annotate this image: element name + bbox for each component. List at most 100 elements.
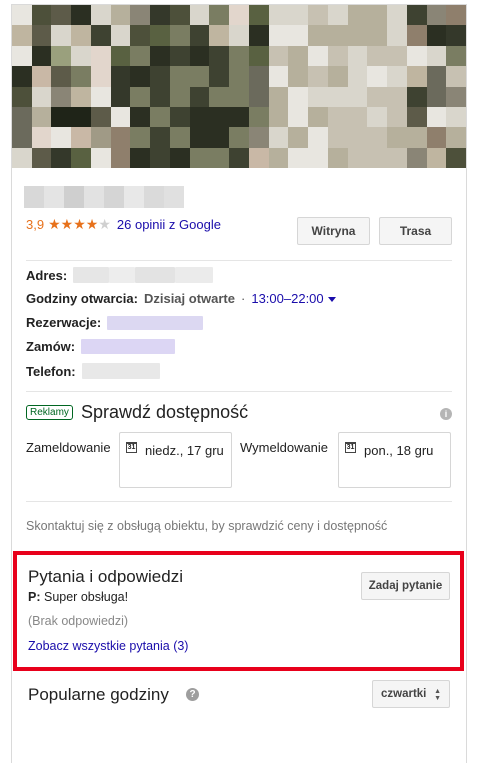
photo-pixel (51, 106, 72, 128)
redacted-text (135, 267, 176, 283)
photo-pixel (110, 25, 131, 46)
photo-pixel (130, 5, 151, 26)
redacted-text (109, 267, 136, 283)
photo-pixel (248, 147, 269, 168)
photo-pixel (90, 127, 111, 148)
star-empty-icon: ★ (98, 216, 111, 232)
photo-pixel (406, 127, 427, 148)
photo-pixel (288, 86, 309, 107)
ask-question-button[interactable]: Zadaj pytanie (361, 572, 450, 600)
question-item: P: Super obsługa! (28, 590, 128, 604)
photo-pixel (406, 86, 427, 107)
photo-pixel (71, 106, 91, 128)
photo-pixel (189, 147, 210, 168)
photo-pixel (51, 5, 72, 26)
photo-pixel (426, 106, 447, 128)
photo-pixel (31, 86, 52, 107)
help-icon[interactable]: ? (186, 688, 199, 701)
ad-badge: Reklamy (26, 405, 73, 420)
photo-pixel (229, 66, 249, 87)
checkin-date-picker[interactable]: 31 niedz., 17 gru (119, 432, 232, 488)
qa-title: Pytania i odpowiedzi (28, 567, 183, 586)
photo-pixel (12, 106, 32, 128)
photo-pixel (71, 5, 91, 26)
photo-pixel (327, 25, 348, 46)
photo-pixel (209, 147, 230, 168)
photo-pixel (248, 127, 269, 148)
photo-pixel (51, 25, 72, 46)
photo-pixel (189, 45, 210, 67)
photo-pixel (426, 147, 447, 168)
checkout-date-picker[interactable]: 31 pon., 18 gru (338, 432, 451, 488)
photo-pixel (229, 127, 249, 148)
photo-pixel (169, 5, 190, 26)
photo-pixel (31, 106, 52, 128)
info-icon[interactable]: i (440, 408, 452, 420)
photo-pixel (308, 147, 328, 168)
photo-pixel (367, 5, 388, 26)
see-all-questions-link[interactable]: Zobacz wszystkie pytania (3) (28, 639, 188, 653)
divider (26, 260, 452, 261)
photo-pixel (347, 147, 368, 168)
divider (26, 501, 452, 502)
day-selector[interactable]: czwartki ▲ ▼ (372, 680, 450, 708)
photo-pixel (90, 66, 111, 87)
photo-pixel (12, 45, 32, 67)
photo-pixel (387, 147, 407, 168)
photo-pixel (308, 106, 328, 128)
photo-pixel (209, 5, 230, 26)
photo-pixel (90, 25, 111, 46)
hours-dropdown[interactable]: 13:00–22:00 (251, 291, 336, 306)
photo-pixel (406, 45, 427, 67)
calendar-icon: 31 (345, 442, 356, 453)
photo-pixel (110, 5, 131, 26)
photo-pixel (426, 86, 447, 107)
photo-pixel (426, 25, 447, 46)
photo-pixel (406, 106, 427, 128)
website-button[interactable]: Witryna (297, 217, 370, 245)
order-link-redacted[interactable] (81, 339, 176, 354)
photo-pixel (150, 66, 170, 87)
checkin-label: Zameldowanie (26, 440, 111, 455)
photo-pixel (288, 45, 309, 67)
photo-pixel (130, 147, 151, 168)
photo-pixel (12, 25, 32, 46)
photo-pixel (51, 86, 72, 107)
checkout-label: Wymeldowanie (240, 440, 329, 455)
hours-row: Godziny otwarcia: Dzisiaj otwarte · 13:0… (26, 291, 336, 306)
reservation-link-redacted[interactable] (107, 315, 204, 330)
hours-separator: · (241, 291, 246, 306)
calendar-icon: 31 (126, 442, 137, 453)
photo-pixel (367, 106, 388, 128)
star-icon: ★ (60, 216, 74, 232)
photo-pixel (189, 66, 210, 87)
photo-pixel (51, 147, 72, 168)
photo-pixel (12, 147, 32, 168)
photo-pixel (248, 45, 269, 67)
photo-pixel (327, 66, 348, 87)
photo-pixel (347, 25, 368, 46)
hours-status: Dzisiaj otwarte (143, 291, 235, 306)
photo-pixel (327, 86, 348, 107)
photo-pixel (90, 86, 111, 107)
photo-pixel (327, 127, 348, 148)
star-icon: ★ (85, 216, 99, 232)
phone-row: Telefon: (26, 363, 160, 379)
directions-button[interactable]: Trasa (379, 217, 452, 245)
photo-pixel (189, 127, 210, 148)
photo-pixel (90, 106, 111, 128)
reviews-link[interactable]: 26 opinii z Google (117, 217, 221, 232)
place-photo[interactable] (12, 5, 466, 168)
photo-pixel (308, 86, 328, 107)
reservation-label: Rezerwacje: (26, 315, 102, 330)
photo-pixel (288, 127, 309, 148)
redacted-text (175, 267, 214, 283)
photo-pixel (446, 127, 466, 148)
photo-pixel (169, 86, 190, 107)
photo-pixel (31, 66, 52, 87)
photo-pixel (189, 25, 210, 46)
photo-pixel (248, 25, 269, 46)
phone-redacted[interactable] (81, 363, 160, 379)
photo-pixel (367, 45, 388, 67)
photo-pixel (71, 45, 91, 67)
